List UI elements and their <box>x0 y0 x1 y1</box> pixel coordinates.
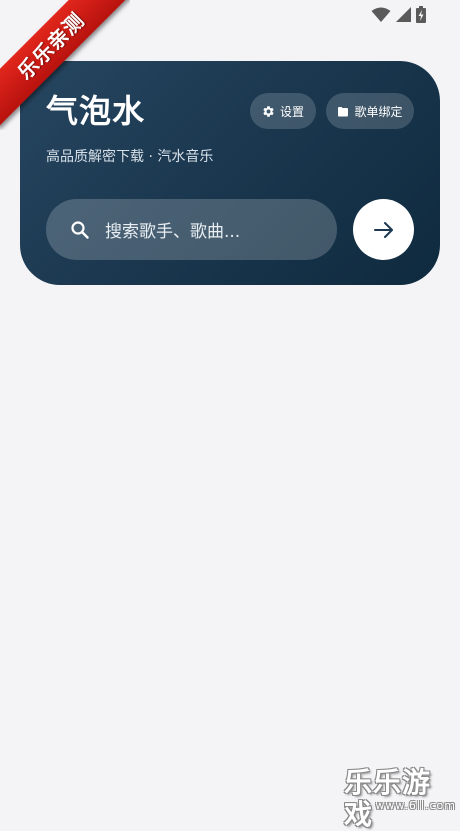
arrow-right-icon <box>373 221 393 238</box>
wifi-icon <box>371 7 391 22</box>
app-title: 气泡水 <box>46 92 146 130</box>
status-icons <box>371 6 426 23</box>
playlist-bind-button[interactable]: 歌单绑定 <box>326 93 414 129</box>
playlist-bind-button-label: 歌单绑定 <box>354 104 403 119</box>
bottom-watermark: 乐乐游戏 www.6ll.com <box>344 767 458 831</box>
watermark-title: 乐乐游戏 <box>344 766 432 831</box>
search-input[interactable]: 搜索歌手、歌曲... <box>46 199 337 260</box>
watermark-url: www.6ll.com <box>375 799 456 812</box>
gear-icon <box>263 105 274 117</box>
cell-signal-icon <box>396 7 411 22</box>
search-icon <box>71 220 89 239</box>
settings-button-label: 设置 <box>279 104 304 119</box>
notification-icon <box>70 12 84 18</box>
status-bar <box>0 0 460 30</box>
folder-icon <box>338 106 349 116</box>
battery-charging-icon <box>416 6 426 23</box>
header-card: 气泡水 高品质解密下载 · 汽水音乐 设置 歌单绑定 搜索歌手、歌曲... <box>20 61 440 285</box>
app-subtitle: 高品质解密下载 · 汽水音乐 <box>46 149 214 165</box>
settings-button[interactable]: 设置 <box>250 93 316 129</box>
search-submit-button[interactable] <box>353 199 414 260</box>
search-placeholder: 搜索歌手、歌曲... <box>105 222 241 242</box>
